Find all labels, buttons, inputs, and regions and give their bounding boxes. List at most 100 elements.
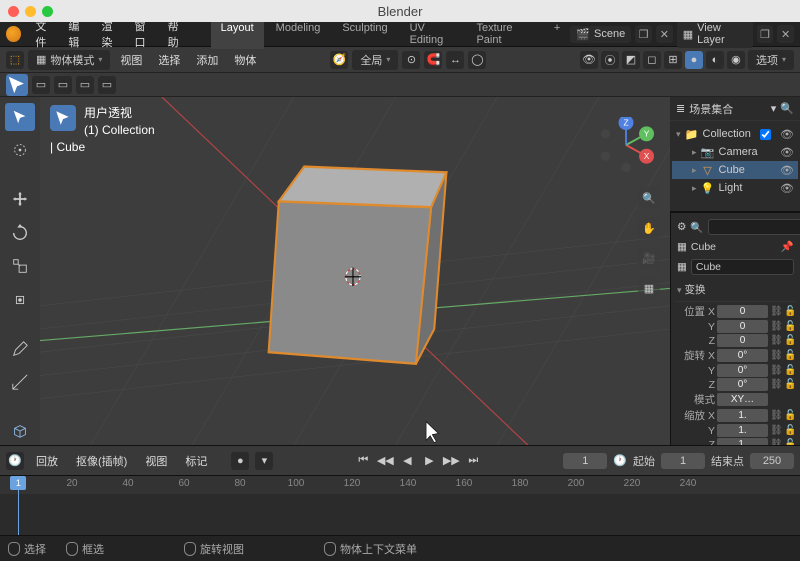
outliner-object-cube[interactable]: ▸ ▽ Cube 👁 <box>672 161 798 179</box>
outliner-editor-icon[interactable]: ≣ <box>676 102 685 115</box>
play-button[interactable]: ▶ <box>419 452 439 470</box>
shading-wire[interactable]: ⊞ <box>664 51 682 69</box>
proportional-edit-toggle[interactable]: ◯ <box>468 51 486 69</box>
start-frame-field[interactable]: 1 <box>661 453 705 469</box>
editor-type-dropdown[interactable]: ⬚ <box>6 51 24 69</box>
header-menu-view[interactable]: 视图 <box>114 52 148 68</box>
location-y-field[interactable]: 0 <box>717 320 768 333</box>
menu-file[interactable]: 文件 <box>29 18 62 50</box>
collection-checkbox[interactable] <box>760 129 771 140</box>
view-layer-selector[interactable]: ▦ View Layer <box>677 20 753 48</box>
triangle-right-icon[interactable]: ▸ <box>692 147 697 158</box>
app-logo[interactable] <box>6 26 21 42</box>
tab-modeling[interactable]: Modeling <box>266 19 331 49</box>
menu-edit[interactable]: 编辑 <box>62 18 95 50</box>
tab-add-workspace[interactable]: + <box>544 19 570 49</box>
end-frame-field[interactable]: 250 <box>750 453 794 469</box>
prev-keyframe-button[interactable]: ◀◀ <box>375 452 395 470</box>
tab-texture-paint[interactable]: Texture Paint <box>466 19 541 49</box>
object-name-field[interactable]: Cube <box>691 259 794 275</box>
eye-icon[interactable]: 👁 <box>780 128 794 141</box>
snap-type-dropdown[interactable]: ↔ <box>446 51 464 69</box>
select-mode-intersect[interactable]: ▭ <box>98 76 116 94</box>
outliner-tree[interactable]: ▾ 📁 Collection 👁 ▸ 📷 Camera 👁 ▸ ▽ Cube <box>670 121 800 201</box>
select-mode-new[interactable]: ▭ <box>32 76 50 94</box>
properties-editor-icon[interactable]: ⚙ <box>677 221 686 233</box>
measure-tool[interactable] <box>5 369 35 397</box>
rotate-tool[interactable] <box>5 219 35 247</box>
snap-toggle[interactable]: 🧲 <box>424 51 442 69</box>
menu-window[interactable]: 窗口 <box>129 18 162 50</box>
timeline-track-area[interactable]: 0 20 40 60 80 100 120 140 160 180 200 22… <box>0 475 800 535</box>
close-window-button[interactable] <box>8 6 19 17</box>
properties-search-input[interactable] <box>708 219 800 235</box>
link-icon[interactable]: ⛓ <box>770 306 782 317</box>
minimize-window-button[interactable] <box>25 6 36 17</box>
cursor-tool[interactable] <box>5 137 35 165</box>
timeline-keying-menu[interactable]: 抠像(插帧) <box>70 453 133 469</box>
tab-uv-editing[interactable]: UV Editing <box>400 19 465 49</box>
options-dropdown[interactable]: 选项 ▾ <box>748 50 794 70</box>
lock-icon[interactable]: 🔓 <box>784 306 796 317</box>
eye-icon[interactable]: 👁 <box>780 164 794 177</box>
add-cube-tool[interactable] <box>5 417 35 445</box>
select-box-tool[interactable] <box>5 103 35 131</box>
scale-y-field[interactable]: 1. <box>717 424 768 437</box>
rotation-x-field[interactable]: 0° <box>717 349 768 362</box>
playhead[interactable]: 1 <box>18 476 19 535</box>
search-icon[interactable]: 🔍 <box>780 102 794 115</box>
filter-funnel-icon[interactable]: ▾ <box>771 102 777 115</box>
camera-view-button[interactable]: 🎥 <box>638 247 660 269</box>
new-layer-button[interactable]: ❐ <box>757 25 774 43</box>
transform-tool[interactable] <box>5 286 35 314</box>
current-frame-field[interactable]: 1 <box>563 453 607 469</box>
select-mode-extend[interactable]: ▭ <box>54 76 72 94</box>
scale-x-field[interactable]: 1. <box>717 409 768 422</box>
shading-solid[interactable]: ● <box>685 51 703 69</box>
menu-help[interactable]: 帮助 <box>162 18 195 50</box>
auto-key-toggle[interactable]: ● <box>231 452 249 470</box>
shading-rendered[interactable]: ◉ <box>727 51 745 69</box>
xray-toggle[interactable]: ◻ <box>643 51 661 69</box>
default-cube[interactable] <box>269 167 447 364</box>
jump-start-button[interactable]: ⏮ <box>353 452 373 470</box>
triangle-right-icon[interactable]: ▸ <box>692 183 697 194</box>
orientation-icon[interactable]: 🧭 <box>330 51 348 69</box>
eye-icon[interactable]: 👁 <box>780 146 794 159</box>
tab-layout[interactable]: Layout <box>211 19 264 49</box>
rotation-y-field[interactable]: 0° <box>717 364 768 377</box>
header-menu-object[interactable]: 物体 <box>228 52 262 68</box>
new-scene-button[interactable]: ❐ <box>635 25 652 43</box>
3d-viewport[interactable]: 用户透视 (1) Collection | Cube X Y Z 🔍 ✋ 🎥 ▦ <box>40 97 670 445</box>
perspective-toggle-button[interactable]: ▦ <box>638 277 660 299</box>
rotation-z-field[interactable]: 0° <box>717 378 768 391</box>
select-tool-icon[interactable] <box>6 74 28 96</box>
pan-button[interactable]: ✋ <box>638 217 660 239</box>
eye-icon[interactable]: 👁 <box>780 182 794 195</box>
tab-sculpting[interactable]: Sculpting <box>332 19 397 49</box>
scene-selector[interactable]: 🎬 Scene <box>570 26 631 43</box>
outliner-collection-row[interactable]: ▾ 📁 Collection 👁 <box>672 125 798 143</box>
maximize-window-button[interactable] <box>42 6 53 17</box>
play-reverse-button[interactable]: ◀ <box>397 452 417 470</box>
next-keyframe-button[interactable]: ▶▶ <box>441 452 461 470</box>
pin-icon[interactable]: 📌 <box>781 240 794 253</box>
triangle-right-icon[interactable]: ▸ <box>692 165 697 176</box>
timeline-editor-icon[interactable]: 🕐 <box>6 452 24 470</box>
scale-z-field[interactable]: 1. <box>717 438 768 445</box>
select-mode-subtract[interactable]: ▭ <box>76 76 94 94</box>
header-menu-select[interactable]: 选择 <box>152 52 186 68</box>
location-z-field[interactable]: 0 <box>717 334 768 347</box>
visibility-toggle[interactable]: 👁 <box>580 51 598 69</box>
orientation-dropdown[interactable]: 全局 ▾ <box>352 50 398 70</box>
triangle-down-icon[interactable]: ▾ <box>676 129 681 140</box>
delete-scene-button[interactable]: ✕ <box>656 25 673 43</box>
scale-tool[interactable] <box>5 253 35 281</box>
timeline-ruler[interactable]: 0 20 40 60 80 100 120 140 160 180 200 22… <box>0 476 800 494</box>
transform-section-header[interactable]: ▾ 变换 <box>675 278 796 302</box>
move-tool[interactable] <box>5 185 35 213</box>
zoom-button[interactable]: 🔍 <box>638 187 660 209</box>
pivot-dropdown[interactable]: ⊙ <box>402 51 420 69</box>
overlays-toggle[interactable]: ◩ <box>622 51 640 69</box>
annotate-tool[interactable] <box>5 335 35 363</box>
